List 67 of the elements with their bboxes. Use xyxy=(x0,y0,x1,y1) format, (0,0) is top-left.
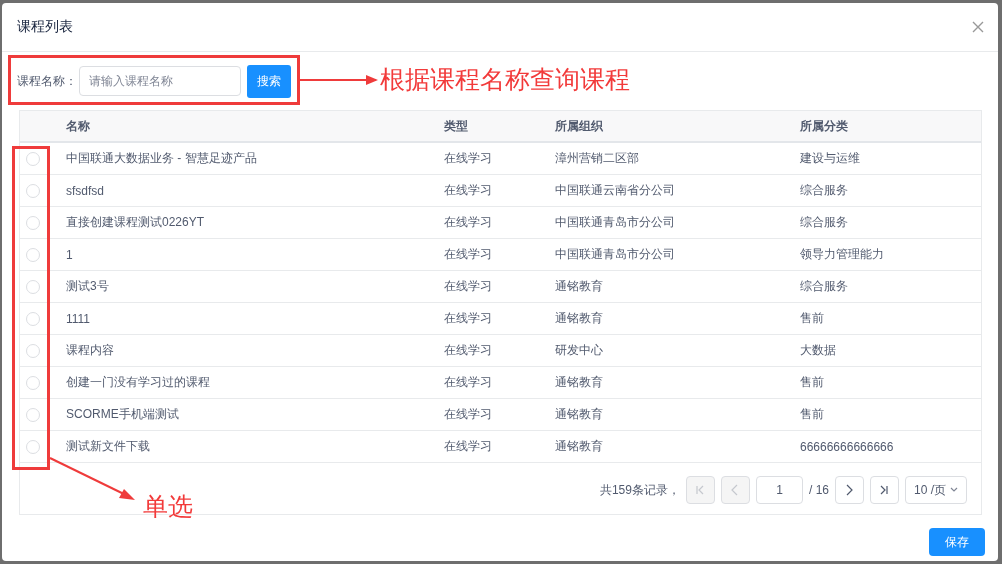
table-cell-text: 在线学习 xyxy=(444,246,493,263)
table-cell-text: 直接创建课程测试0226YT xyxy=(66,214,206,231)
table-cell-text: 漳州营销二区部 xyxy=(555,150,640,167)
radio-button[interactable] xyxy=(26,439,40,454)
table-cell-text: 通铭教育 xyxy=(555,406,604,423)
table-cell-text: 中国联通青岛市分公司 xyxy=(555,214,676,231)
column-header: 类型 xyxy=(444,117,469,135)
radio-button[interactable] xyxy=(26,407,40,422)
table-cell-text: 创建一门没有学习过的课程 xyxy=(66,374,211,391)
table-cell-text: 1111 xyxy=(66,311,92,326)
column-header: 所属组织 xyxy=(555,117,604,135)
table-cell-text: 课程内容 xyxy=(66,342,115,359)
table-cell-text: 通铭教育 xyxy=(555,278,604,295)
radio-button[interactable] xyxy=(26,215,40,230)
table-cell-text: sfsdfsd xyxy=(66,183,105,198)
caret-icon xyxy=(950,487,958,493)
annotation-text: 根据课程名称查询课程 xyxy=(380,67,630,92)
table-cell-text: 领导力管理能力 xyxy=(800,246,885,263)
table-cell-text: 在线学习 xyxy=(444,438,493,455)
radio-button[interactable] xyxy=(26,151,40,166)
radio-button[interactable] xyxy=(26,247,40,262)
table-cell-text: 售前 xyxy=(800,374,825,391)
table-cell-text: 建设与运维 xyxy=(800,150,861,167)
column-header: 名称 xyxy=(66,117,91,135)
table-cell-text: 大数据 xyxy=(800,342,837,359)
page-size-select[interactable]: 10 /页 xyxy=(905,476,967,504)
annotation-text: 单选 xyxy=(143,494,193,519)
close-icon[interactable] xyxy=(972,21,984,33)
table-cell-text: 在线学习 xyxy=(444,182,493,199)
next-page-button[interactable] xyxy=(835,476,864,504)
table-cell-text: 综合服务 xyxy=(800,182,849,199)
radio-button[interactable] xyxy=(26,279,40,294)
table-cell-text: 66666666666666 xyxy=(800,439,895,454)
table-cell-text: 中国联通云南省分公司 xyxy=(555,182,676,199)
field-label: 课程名称： xyxy=(17,72,77,90)
table-cell-text: 售前 xyxy=(800,310,825,327)
table-cell-text: 在线学习 xyxy=(444,342,493,359)
column-header: 所属分类 xyxy=(800,117,849,135)
table-cell-text: 在线学习 xyxy=(444,150,493,167)
table-cell-text: 在线学习 xyxy=(444,310,493,327)
radio-button[interactable] xyxy=(26,183,40,198)
table-cell-text: 通铭教育 xyxy=(555,374,604,391)
radio-button[interactable] xyxy=(26,311,40,326)
table-cell-text: 在线学习 xyxy=(444,374,493,391)
dialog-title: 课程列表 xyxy=(17,18,73,36)
table-cell-text: 中国联通大数据业务 - 智慧足迹产品 xyxy=(66,150,258,167)
table-cell-text: 通铭教育 xyxy=(555,438,604,455)
table-cell-text: 1 xyxy=(66,247,74,262)
table-cell-text: SCORME手机端测试 xyxy=(66,406,180,423)
table-cell-text: 通铭教育 xyxy=(555,310,604,327)
radio-button[interactable] xyxy=(26,343,40,358)
table-cell-text: 在线学习 xyxy=(444,214,493,231)
record-count: 共159条记录， xyxy=(599,481,680,499)
table-cell-text: 售前 xyxy=(800,406,825,423)
table-cell-text: 综合服务 xyxy=(800,278,849,295)
radio-button[interactable] xyxy=(26,375,40,390)
course-name-field[interactable]: 请输入课程名称 xyxy=(79,66,241,96)
page-total: / 16 xyxy=(808,483,829,497)
table-cell-text: 测试3号 xyxy=(66,278,110,295)
table-cell-text: 在线学习 xyxy=(444,278,493,295)
table-cell-text: 综合服务 xyxy=(800,214,849,231)
page-input[interactable]: 1 xyxy=(755,476,803,504)
table-cell-text: 中国联通青岛市分公司 xyxy=(555,246,676,263)
table-cell-text: 在线学习 xyxy=(444,406,493,423)
last-page-button[interactable] xyxy=(870,476,899,504)
table-cell-text: 研发中心 xyxy=(555,342,604,359)
table-cell-text: 测试新文件下载 xyxy=(66,438,151,455)
